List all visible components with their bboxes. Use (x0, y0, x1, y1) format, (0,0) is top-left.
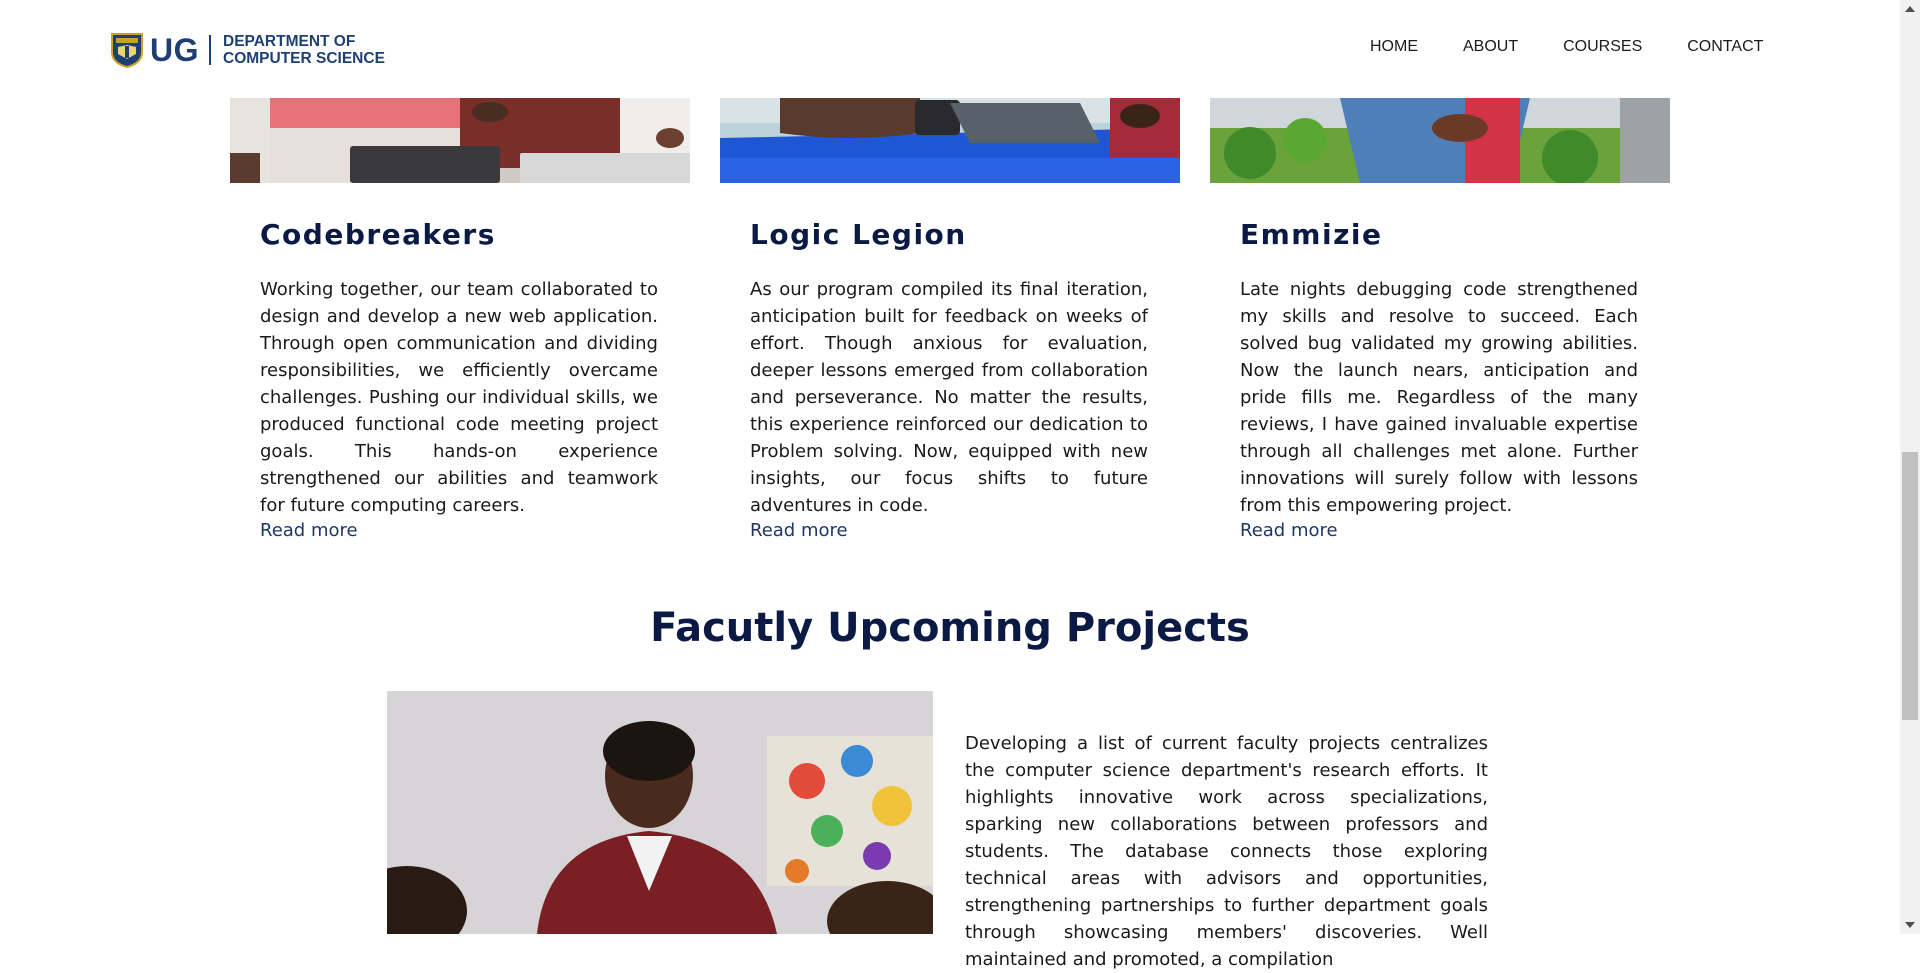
scroll-down-arrow-icon[interactable] (1905, 922, 1915, 928)
team-photo-codebreakers (230, 98, 690, 183)
university-crest-icon (111, 33, 143, 68)
team-photo-emmizie (1210, 98, 1670, 183)
card-description: Working together, our team collaborated … (260, 279, 658, 516)
team-card-logic-legion: Logic Legion As our program compiled its… (720, 98, 1180, 541)
read-more-link[interactable]: Read more (260, 520, 358, 541)
faculty-section-title: Facutly Upcoming Projects (650, 605, 1250, 651)
faculty-description: Developing a list of current faculty pro… (965, 733, 1488, 970)
ug-logo[interactable]: UG DEPARTMENT OF COMPUTER SCIENCE (110, 30, 385, 70)
nav-home[interactable]: HOME (1370, 38, 1418, 56)
main-nav: HOME ABOUT COURSES CONTACT (1370, 38, 1808, 56)
department-line-2: COMPUTER SCIENCE (223, 50, 385, 67)
read-more-link[interactable]: Read more (750, 520, 848, 541)
site-header: UG DEPARTMENT OF COMPUTER SCIENCE HOME A… (0, 0, 1900, 98)
card-title: Codebreakers (260, 218, 496, 251)
faculty-project-photo (387, 691, 933, 934)
scrollbar-thumb[interactable] (1902, 452, 1918, 720)
department-line-1: DEPARTMENT OF (223, 33, 356, 50)
nav-about[interactable]: ABOUT (1463, 38, 1518, 56)
card-description: As our program compiled its final iterat… (750, 279, 1148, 516)
team-card-emmizie: Emmizie Late nights debugging code stren… (1210, 98, 1670, 541)
nav-courses[interactable]: COURSES (1563, 38, 1642, 56)
card-description: Late nights debugging code strengthened … (1240, 279, 1638, 516)
read-more-link[interactable]: Read more (1240, 520, 1338, 541)
department-name: DEPARTMENT OF COMPUTER SCIENCE (223, 33, 385, 67)
scroll-up-arrow-icon[interactable] (1905, 6, 1915, 12)
card-title: Emmizie (1240, 218, 1383, 251)
team-card-codebreakers: Codebreakers Working together, our team … (230, 98, 690, 541)
nav-contact[interactable]: CONTACT (1687, 38, 1763, 56)
card-title: Logic Legion (750, 218, 967, 251)
logo-divider (209, 35, 211, 65)
page-scrollbar[interactable] (1900, 0, 1920, 934)
logo-ug-text: UG (150, 31, 199, 68)
team-photo-logic-legion (720, 98, 1180, 183)
